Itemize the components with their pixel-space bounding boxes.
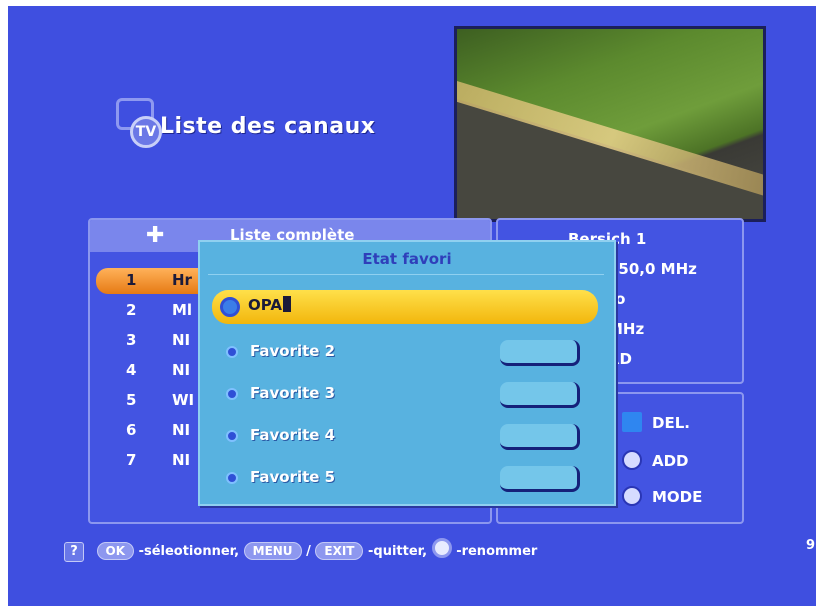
- favorite-toggle[interactable]: [500, 382, 580, 408]
- plus-icon: ✚: [146, 223, 165, 248]
- blue-key-icon: [622, 412, 642, 432]
- channel-name: NI: [172, 331, 191, 349]
- exit-hint: -quitter,: [368, 544, 428, 559]
- tv-icon: TV: [116, 98, 162, 148]
- radio-icon: [220, 297, 240, 317]
- channel-number: 6: [126, 421, 137, 439]
- frequency-value: 550,0 MHz: [608, 260, 697, 278]
- channel-name: NI: [172, 451, 191, 469]
- channel-number: 2: [126, 301, 137, 319]
- radio-icon: [226, 388, 238, 400]
- channel-name: Ml: [172, 301, 193, 319]
- page-indicator: 9: [806, 538, 816, 553]
- radio-icon: [226, 430, 238, 442]
- circle-key-icon: [622, 486, 642, 506]
- ok-key: OK: [96, 542, 135, 560]
- menu-key: MENU: [243, 542, 302, 560]
- favorite-toggle[interactable]: [500, 424, 580, 450]
- channel-name: WI: [172, 391, 195, 409]
- page-title: Liste des canaux: [160, 114, 376, 139]
- radio-icon: [226, 346, 238, 358]
- favorite-name-input[interactable]: OPA: [248, 296, 282, 314]
- video-preview: [454, 26, 766, 222]
- rename-hint: -renommer: [456, 544, 538, 559]
- favorite-option-4[interactable]: Favorite 4: [212, 420, 598, 454]
- channel-number: 5: [126, 391, 137, 409]
- help-icon: ?: [64, 542, 84, 562]
- dialog-title: Etat favori: [362, 250, 452, 268]
- favorite-label: Favorite 3: [250, 384, 336, 402]
- channel-name: NI: [172, 421, 191, 439]
- channel-name: Hr: [172, 271, 192, 289]
- favorite-option-5[interactable]: Favorite 5: [212, 462, 598, 496]
- tv-screen: TV Liste des canaux ✚ Liste complète 1 H…: [8, 6, 816, 606]
- circle-key-icon: [622, 450, 642, 470]
- channel-number: 3: [126, 331, 137, 349]
- favorite-option-1[interactable]: OPA: [212, 290, 598, 324]
- exit-key: EXIT: [315, 542, 364, 560]
- favorite-option-2[interactable]: Favorite 2: [212, 336, 598, 370]
- text-cursor: [282, 296, 291, 312]
- channel-number: 1: [126, 271, 137, 289]
- favorite-label: Favorite 2: [250, 342, 336, 360]
- favorite-label: Favorite 4: [250, 426, 336, 444]
- help-bar: ? OK -séleotionner, MENU / EXIT -quitter…: [64, 538, 537, 562]
- channel-name: NI: [172, 361, 191, 379]
- channel-number: 4: [126, 361, 137, 379]
- channel-number: 7: [126, 451, 137, 469]
- favorite-label: Favorite 5: [250, 468, 336, 486]
- favorite-option-3[interactable]: Favorite 3: [212, 378, 598, 412]
- rename-key-icon: [431, 538, 452, 558]
- radio-icon: [226, 472, 238, 484]
- favorite-toggle[interactable]: [500, 466, 580, 492]
- favorite-status-dialog: Etat favori OPA Favorite 2 Favorite 3 Fa…: [198, 240, 616, 506]
- tv-icon-badge: TV: [130, 116, 162, 148]
- ok-hint: -séleotionner,: [138, 544, 240, 559]
- favorite-toggle[interactable]: [500, 340, 580, 366]
